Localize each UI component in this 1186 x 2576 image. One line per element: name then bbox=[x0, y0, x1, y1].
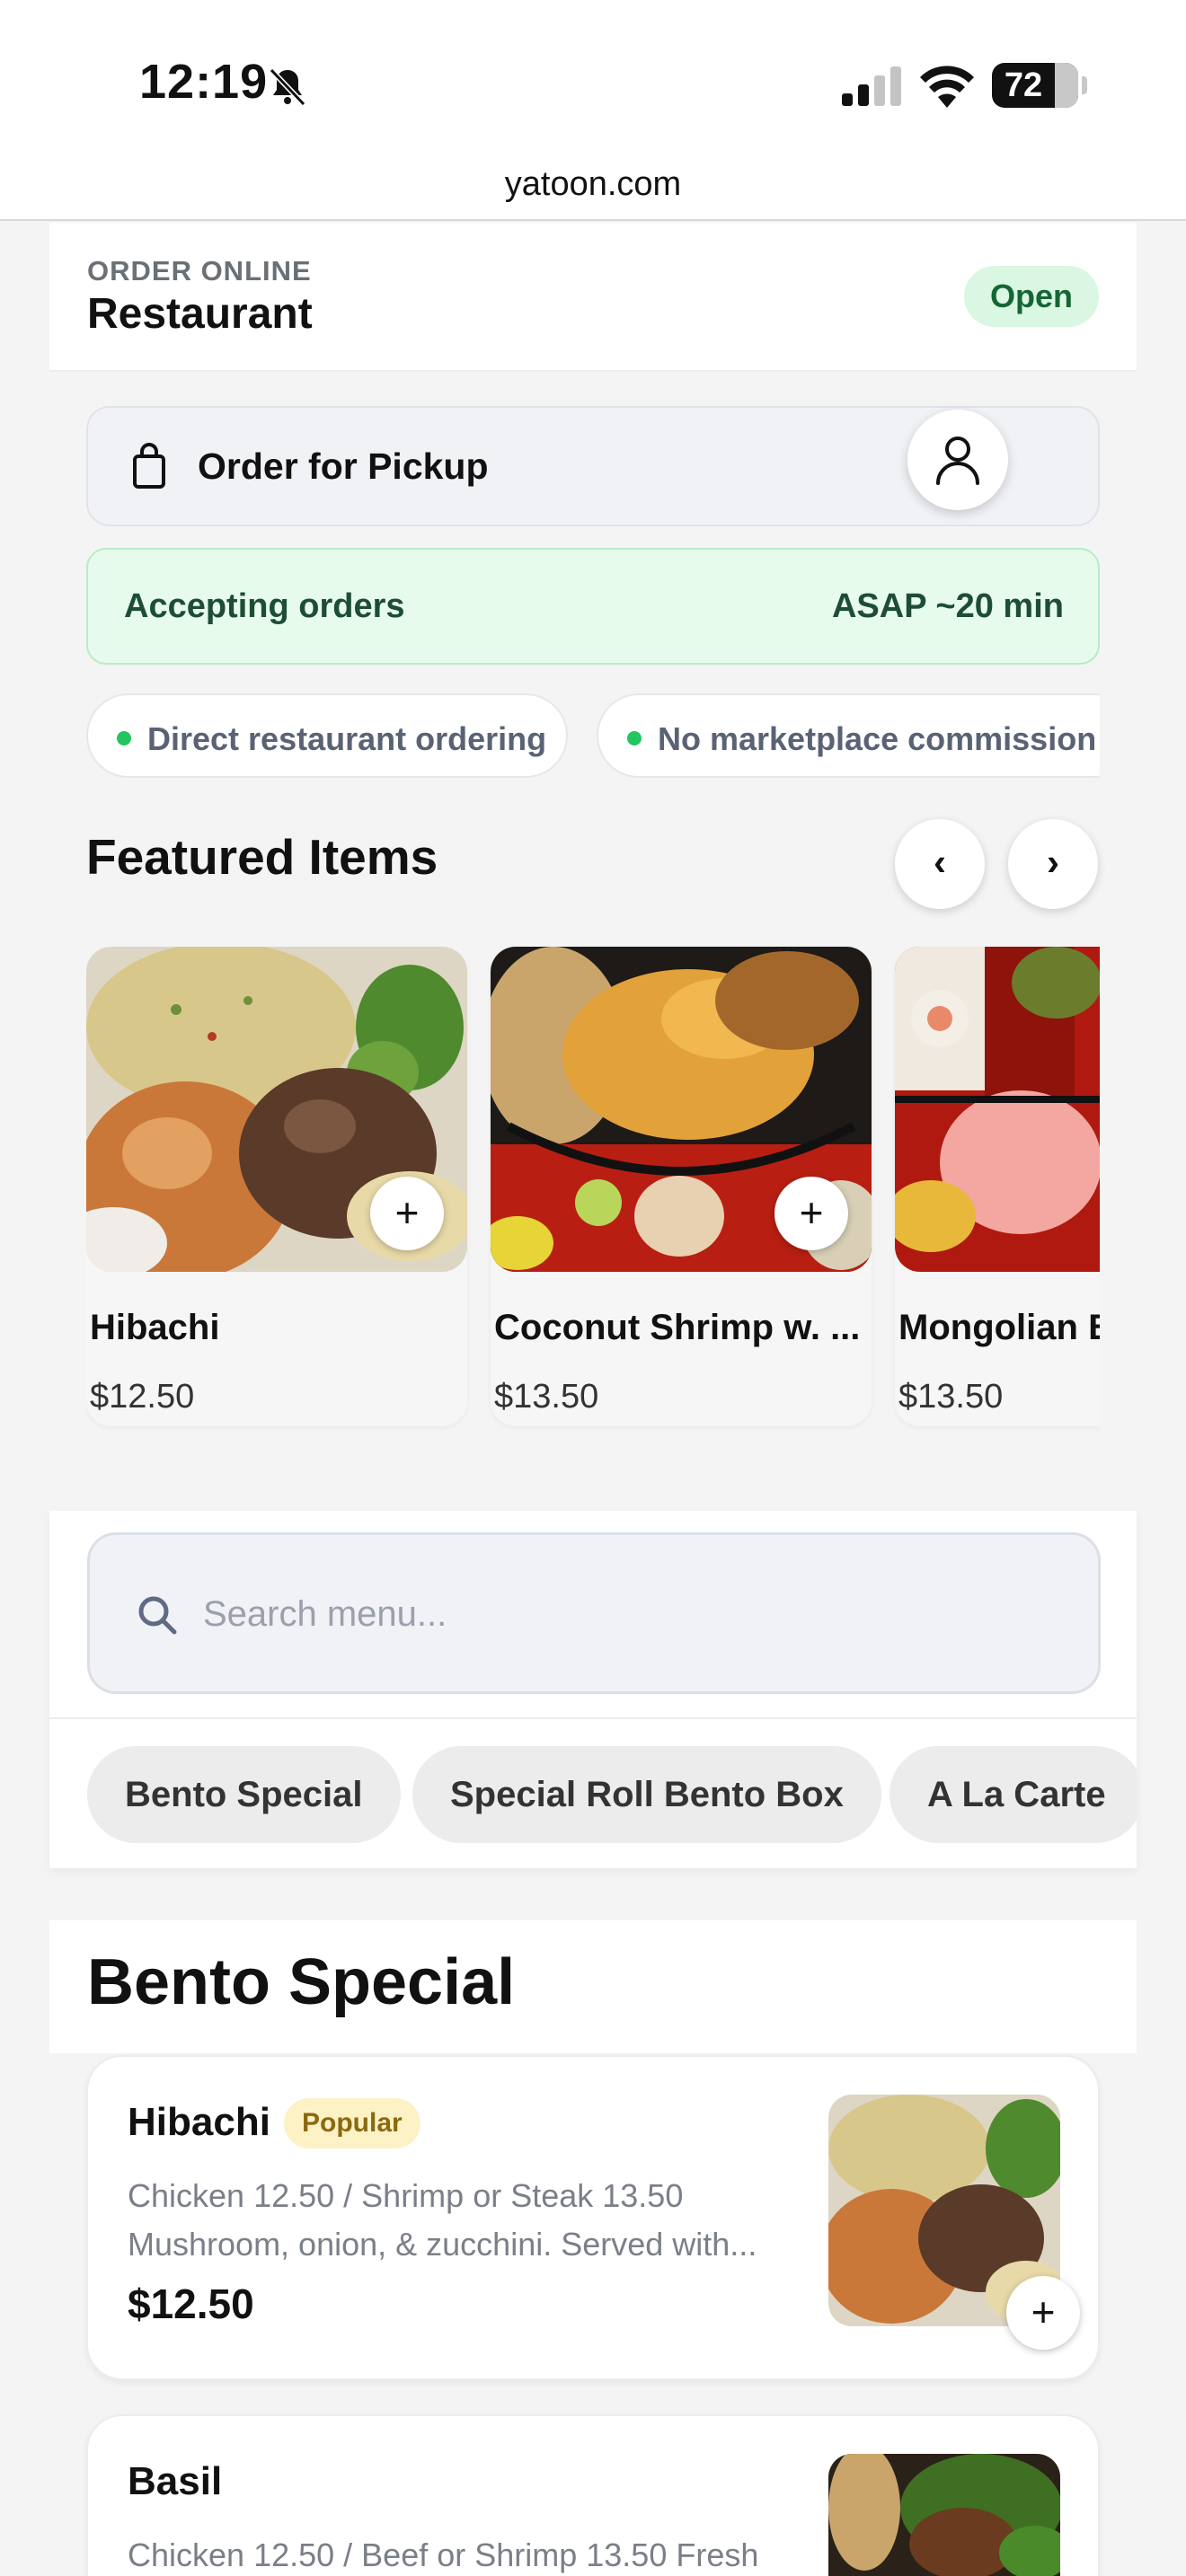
url-bar[interactable]: yatoon.com bbox=[0, 162, 1186, 221]
featured-item-price: $12.50 bbox=[90, 1378, 195, 1416]
menu-section-header: Bento Special bbox=[49, 1920, 1137, 2053]
user-icon bbox=[936, 437, 979, 485]
category-tabs[interactable]: Bento Special Special Roll Bento Box A L… bbox=[49, 1746, 1137, 1845]
menu-item-description: Chicken 12.50 / Beef or Shrimp 13.50 Fre… bbox=[128, 2536, 759, 2573]
featured-item-card[interactable]: + Mongolian B $13.50 bbox=[895, 947, 1100, 1426]
featured-title: Featured Items bbox=[86, 829, 438, 885]
menu-item-card[interactable]: Hibachi Popular Chicken 12.50 / Shrimp o… bbox=[86, 2055, 1100, 2380]
food-image bbox=[895, 947, 1100, 1272]
battery-indicator: 72 bbox=[992, 63, 1078, 108]
url-text: yatoon.com bbox=[504, 165, 682, 203]
menu-item-price: $12.50 bbox=[128, 2280, 254, 2327]
bell-off-icon bbox=[269, 67, 306, 107]
menu-item-name: Basil bbox=[128, 2459, 223, 2503]
status-badge: Open bbox=[964, 266, 1099, 327]
featured-item-card[interactable]: + Hibachi $12.50 bbox=[86, 947, 467, 1426]
page-title: Restaurant bbox=[87, 290, 313, 338]
carousel-next-button[interactable]: › bbox=[1008, 819, 1098, 909]
search-input[interactable] bbox=[203, 1585, 1066, 1643]
menu-item-name: Hibachi bbox=[128, 2100, 270, 2144]
section-title: Bento Special bbox=[87, 1946, 516, 2018]
add-to-cart-button[interactable]: + bbox=[1006, 2276, 1080, 2350]
featured-item-price: $13.50 bbox=[494, 1378, 599, 1416]
menu-item-card[interactable]: Basil Chicken 12.50 / Beef or Shrimp 13.… bbox=[86, 2414, 1100, 2576]
featured-item-name: Coconut Shrimp w. ... bbox=[494, 1308, 861, 1347]
info-chip: No marketplace commission bbox=[597, 693, 1100, 778]
account-button[interactable] bbox=[907, 410, 1008, 510]
accepting-label: Accepting orders bbox=[124, 587, 405, 625]
featured-item-name: Hibachi bbox=[90, 1308, 220, 1347]
signal-icon bbox=[842, 66, 901, 106]
popular-badge: Popular bbox=[284, 2098, 420, 2148]
battery-level: 72 bbox=[1004, 66, 1043, 104]
info-chip-label: No marketplace commission bbox=[658, 720, 1097, 757]
search-section: Bento Special Special Roll Bento Box A L… bbox=[49, 1511, 1137, 1868]
category-tab[interactable]: Bento Special bbox=[87, 1746, 401, 1843]
food-image bbox=[828, 2454, 1060, 2576]
info-chip-label: Direct restaurant ordering bbox=[147, 720, 547, 757]
divider bbox=[49, 1717, 1137, 1719]
add-to-cart-button[interactable]: + bbox=[370, 1177, 444, 1250]
category-tab[interactable]: Special Roll Bento Box bbox=[412, 1746, 881, 1843]
featured-item-name: Mongolian B bbox=[898, 1308, 1100, 1347]
info-chip: Direct restaurant ordering bbox=[86, 693, 568, 778]
bag-icon bbox=[133, 443, 165, 489]
status-time: 12:19 bbox=[139, 55, 269, 109]
carousel-prev-button[interactable]: ‹ bbox=[895, 819, 985, 909]
status-bar: 12:19 72 bbox=[0, 0, 1186, 162]
green-dot-icon bbox=[627, 731, 642, 745]
add-to-cart-button[interactable]: + bbox=[774, 1177, 848, 1250]
battery-nub bbox=[1082, 76, 1087, 94]
search-icon bbox=[138, 1596, 177, 1635]
info-chip-row[interactable]: Direct restaurant ordering No marketplac… bbox=[86, 692, 1100, 781]
menu-item-description: Chicken 12.50 / Shrimp or Steak 13.50 Mu… bbox=[128, 2177, 757, 2263]
featured-carousel[interactable]: + Hibachi $12.50 + Coconut Shrimp w. ...… bbox=[86, 947, 1100, 1441]
wifi-icon bbox=[920, 66, 974, 108]
search-box[interactable] bbox=[87, 1532, 1101, 1694]
header-eyebrow: ORDER ONLINE bbox=[87, 255, 312, 287]
pickup-label: Order for Pickup bbox=[198, 446, 489, 487]
restaurant-header: ORDER ONLINE Restaurant Open bbox=[49, 223, 1137, 372]
green-dot-icon bbox=[117, 731, 131, 745]
accepting-orders-banner: Accepting orders ASAP ~20 min bbox=[86, 548, 1100, 665]
featured-item-price: $13.50 bbox=[898, 1378, 1004, 1416]
category-tab[interactable]: A La Carte bbox=[890, 1746, 1137, 1843]
featured-item-card[interactable]: + Coconut Shrimp w. ... $13.50 bbox=[491, 947, 872, 1426]
accepting-eta: ASAP ~20 min bbox=[831, 587, 1064, 625]
